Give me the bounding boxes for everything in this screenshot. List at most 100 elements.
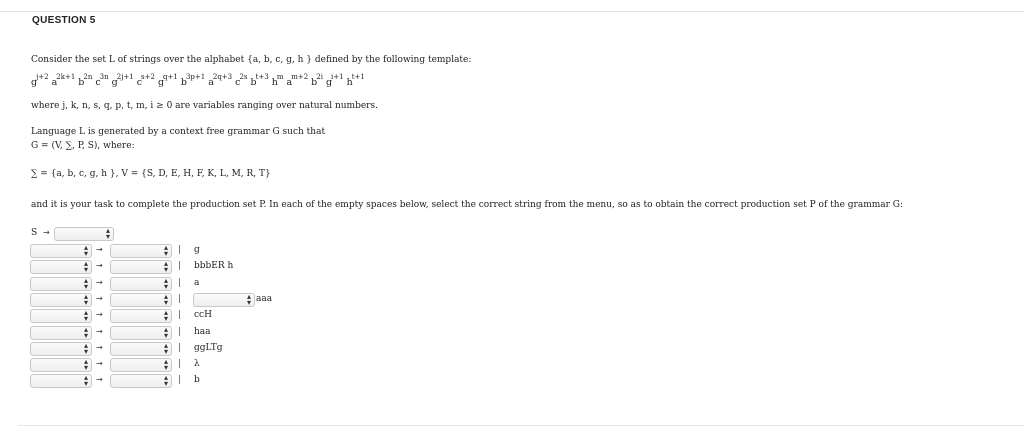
template-term: a2k+1: [52, 73, 76, 88]
lhs-select[interactable]: ▴ ▾: [30, 275, 92, 291]
start-arrow: →: [43, 228, 50, 237]
chevron-updown-icon: ▴ ▾: [163, 357, 168, 373]
alternative-text: b: [194, 375, 200, 386]
string-template: gj+2 a2k+1 b2n c3n g2j+1 cs+2 gq+1 b3p+1 a2q+3 c2…: [31, 73, 368, 88]
template-term: gj+2: [31, 73, 49, 88]
template-term: am+2: [287, 73, 309, 88]
production-arrow: →: [96, 310, 103, 320]
rhs-inner-select[interactable]: ▴ ▾: [193, 291, 255, 307]
term-exponent: t+3: [255, 73, 269, 81]
template-term: a2q+3: [208, 73, 232, 88]
production-arrow: →: [96, 375, 103, 385]
template-term: bt+3: [251, 73, 269, 88]
alternative-text: ggLTg: [194, 342, 223, 353]
template-term: cs+2: [137, 73, 155, 88]
bottom-divider: [18, 425, 1024, 426]
production-arrow: →: [96, 326, 103, 336]
production-arrow: →: [96, 359, 103, 369]
template-term: b2n: [78, 73, 92, 88]
intro-text: Consider the set L of strings over the a…: [31, 55, 472, 65]
alternative-bar: |: [178, 310, 182, 321]
alternative-bar: |: [178, 375, 182, 386]
chevron-updown-icon: ▴ ▾: [163, 340, 168, 356]
rhs-select[interactable]: ▴ ▾: [110, 244, 172, 258]
chevron-updown-icon: ▴ ▾: [83, 373, 88, 389]
template-term: c3n: [95, 73, 108, 88]
lhs-select[interactable]: ▴ ▾: [30, 373, 92, 389]
grammar-line-2: G = (V, ∑, P, S), where:: [31, 141, 135, 151]
lhs-select[interactable]: ▴ ▾: [30, 341, 92, 356]
alternative-bar: |: [178, 293, 182, 304]
chevron-updown-icon: ▴ ▾: [105, 226, 110, 241]
lhs-select[interactable]: ▴ ▾: [30, 259, 92, 275]
alternative-text: λ: [194, 359, 200, 370]
variables-note: where j, k, n, s, q, p, t, m, i ≥ 0 are …: [31, 101, 378, 111]
rhs-select[interactable]: ▴ ▾: [110, 291, 172, 307]
term-exponent: 2k+1: [56, 73, 76, 81]
lhs-select[interactable]: ▴ ▾: [30, 308, 92, 324]
chevron-updown-icon: ▴ ▾: [163, 291, 168, 307]
chevron-updown-icon: ▴ ▾: [83, 291, 88, 307]
alternative-bar: |: [178, 359, 182, 370]
lhs-select[interactable]: ▴ ▾: [30, 291, 92, 307]
start-symbol: S: [31, 228, 38, 238]
alternative-suffix: aaa: [256, 293, 273, 304]
start-rhs-select[interactable]: ▴ ▾: [54, 227, 114, 241]
alternative-text: ccH: [194, 310, 212, 321]
term-exponent: m+2: [291, 73, 309, 81]
chevron-updown-icon: ▴ ▾: [163, 373, 168, 389]
top-divider: [0, 11, 1024, 12]
template-term: hm: [272, 73, 284, 88]
term-exponent: 2j+1: [116, 73, 134, 81]
chevron-updown-icon: ▴ ▾: [163, 259, 168, 275]
term-exponent: i+1: [331, 73, 344, 81]
sigma-definition: ∑ = {a, b, c, g, h }, V = {S, D, E, H, F…: [31, 169, 271, 179]
template-term: ht+1: [347, 73, 365, 88]
term-exponent: j+2: [36, 73, 49, 81]
template-term: c2s: [235, 73, 247, 88]
lhs-select[interactable]: ▴ ▾: [30, 324, 92, 340]
alternative-text: haa: [194, 326, 211, 337]
lhs-select[interactable]: ▴ ▾: [30, 357, 92, 373]
chevron-updown-icon: ▴ ▾: [83, 357, 88, 373]
term-exponent: 3p+1: [185, 73, 206, 81]
term-exponent: 2n: [83, 73, 93, 81]
alternative-text: bbbER h: [194, 261, 234, 272]
chevron-updown-icon: ▴ ▾: [83, 324, 88, 340]
chevron-updown-icon: ▴ ▾: [83, 243, 88, 258]
template-term: b2i: [311, 73, 323, 88]
rhs-select[interactable]: ▴ ▾: [110, 324, 172, 340]
alternative-bar: |: [178, 277, 182, 288]
chevron-updown-icon: ▴ ▾: [163, 324, 168, 340]
chevron-updown-icon: ▴ ▾: [83, 259, 88, 275]
alternative-bar: |: [178, 342, 182, 353]
grammar-line-1: Language L is generated by a context fre…: [31, 127, 326, 137]
rhs-select[interactable]: ▴ ▾: [110, 259, 172, 275]
chevron-updown-icon: ▴ ▾: [163, 275, 168, 291]
template-term: gi+1: [326, 73, 344, 88]
production-arrow: →: [96, 293, 103, 303]
lhs-select[interactable]: ▴ ▾: [30, 244, 92, 258]
template-term: b3p+1: [181, 73, 205, 88]
chevron-updown-icon: ▴ ▾: [163, 243, 168, 258]
alternative-bar: |: [178, 245, 182, 255]
chevron-updown-icon: ▴ ▾: [246, 291, 251, 307]
rhs-select[interactable]: ▴ ▾: [110, 308, 172, 324]
rhs-select[interactable]: ▴ ▾: [110, 340, 172, 356]
term-exponent: s+2: [141, 73, 155, 81]
rhs-select[interactable]: ▴ ▾: [110, 357, 172, 373]
chevron-updown-icon: ▴ ▾: [163, 308, 168, 324]
rhs-select[interactable]: ▴ ▾: [110, 275, 172, 291]
term-exponent: 2s: [239, 73, 248, 81]
rhs-select[interactable]: ▴ ▾: [110, 373, 172, 389]
term-exponent: t+1: [351, 73, 365, 81]
chevron-updown-icon: ▴ ▾: [83, 308, 88, 324]
chevron-updown-icon: ▴ ▾: [83, 275, 88, 291]
production-arrow: →: [96, 342, 103, 352]
term-exponent: 2q+3: [212, 73, 233, 81]
term-exponent: 2i: [316, 73, 323, 81]
alternative-text: g: [194, 245, 200, 255]
template-term: g2j+1: [112, 73, 134, 88]
production-arrow: →: [96, 277, 103, 287]
question-title: QUESTION 5: [32, 15, 96, 26]
